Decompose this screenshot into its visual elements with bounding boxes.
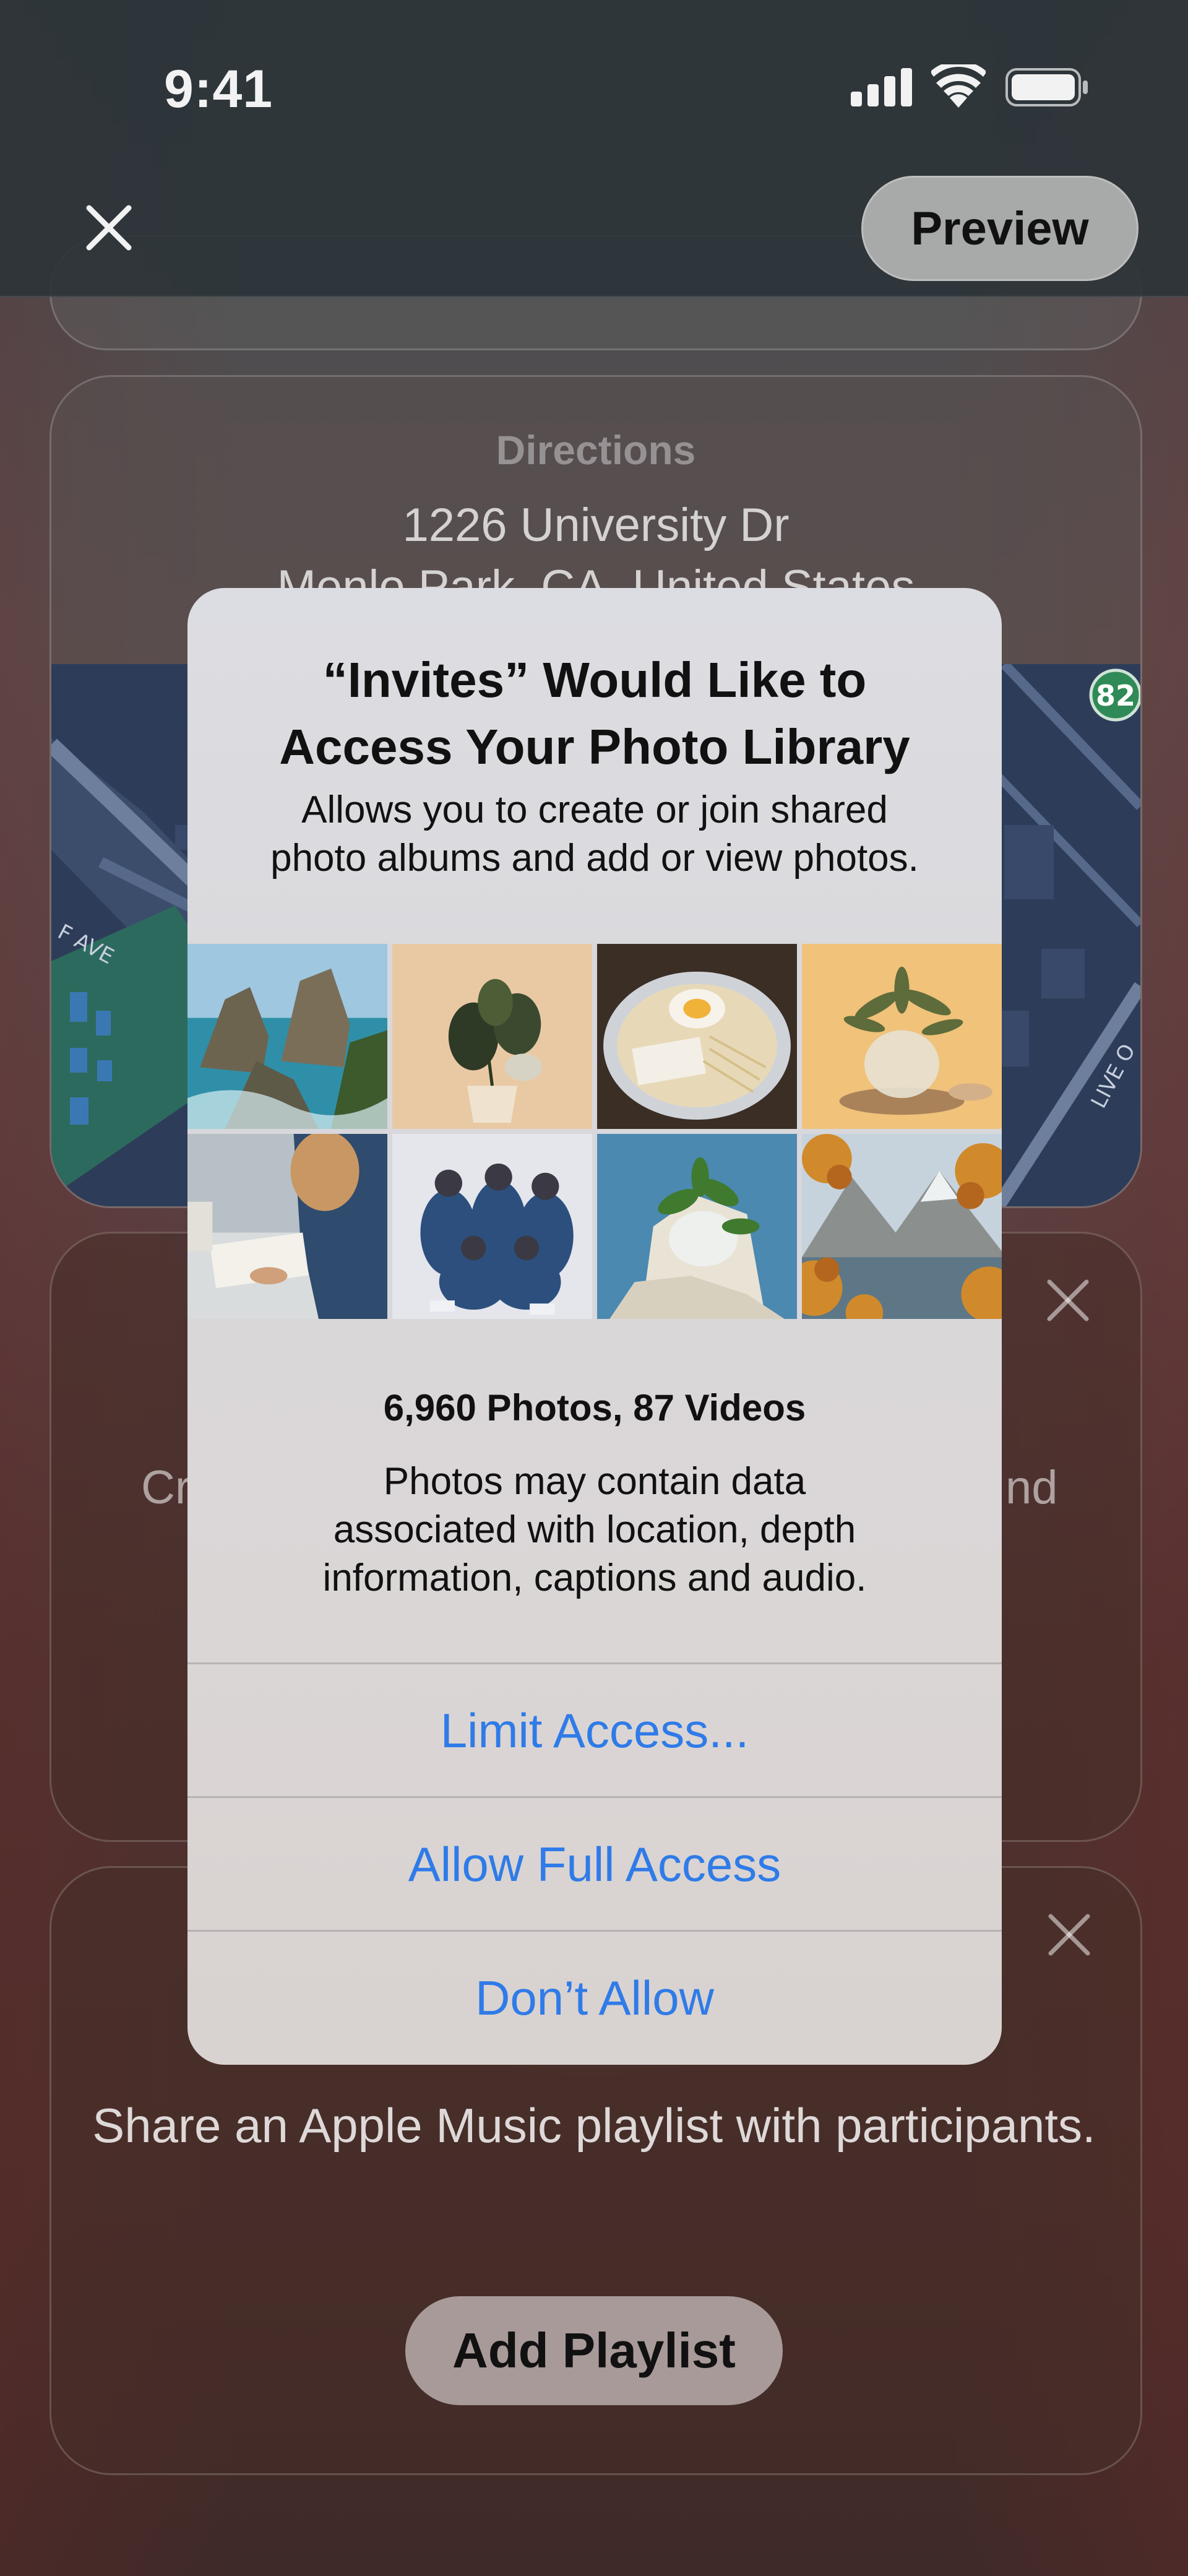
address-line-1: 1226 University Dr — [402, 499, 790, 551]
middle-card-text-right: nd — [1005, 1461, 1058, 1514]
photo-count: 6,960 Photos, 87 Videos — [383, 1387, 806, 1428]
directions-label: Directions — [496, 427, 696, 473]
preview-button[interactable]: Preview — [861, 176, 1138, 281]
alert-title: “Invites” Would Like to Access Your Phot… — [279, 652, 910, 774]
photo-permission-alert: “Invites” Would Like to Access Your Phot… — [187, 588, 1002, 2065]
alert-message: Allows you to create or join shared phot… — [270, 789, 919, 880]
dont-allow-button[interactable]: Don’t Allow — [187, 1930, 1002, 2064]
photo-data-note: Photos may contain data associated with … — [322, 1460, 867, 1599]
dismiss-playlist-card-icon[interactable] — [1047, 1913, 1091, 1957]
photo-thumbnail-coast — [187, 944, 387, 1129]
add-playlist-button[interactable]: Add Playlist — [405, 2296, 783, 2405]
limit-access-button[interactable]: Limit Access... — [187, 1662, 1002, 1797]
allow-full-access-button[interactable]: Allow Full Access — [187, 1796, 1002, 1930]
photo-thumbnail-vase — [802, 944, 1002, 1129]
photo-thumbnail-plant — [392, 944, 592, 1129]
photo-thumbnail-sculpture — [597, 1134, 797, 1319]
photo-thumbnail-ramen — [597, 944, 797, 1129]
route-shield-label: 82 — [1096, 679, 1135, 712]
playlist-description: Share an Apple Music playlist with parti… — [92, 2098, 1096, 2153]
wifi-icon — [931, 64, 986, 108]
photo-thumbnail-desk — [187, 1134, 387, 1319]
status-time: 9:41 — [164, 59, 273, 119]
photo-preview-grid — [187, 944, 1002, 1319]
battery-icon — [1005, 68, 1088, 106]
photo-thumbnail-group — [392, 1134, 592, 1319]
close-icon[interactable] — [85, 204, 132, 251]
photo-thumbnail-mountain-lake — [802, 1134, 1002, 1319]
cellular-signal-icon — [851, 68, 912, 106]
middle-card-text-left: Cr — [141, 1461, 191, 1514]
dismiss-card-icon[interactable] — [1046, 1278, 1090, 1323]
